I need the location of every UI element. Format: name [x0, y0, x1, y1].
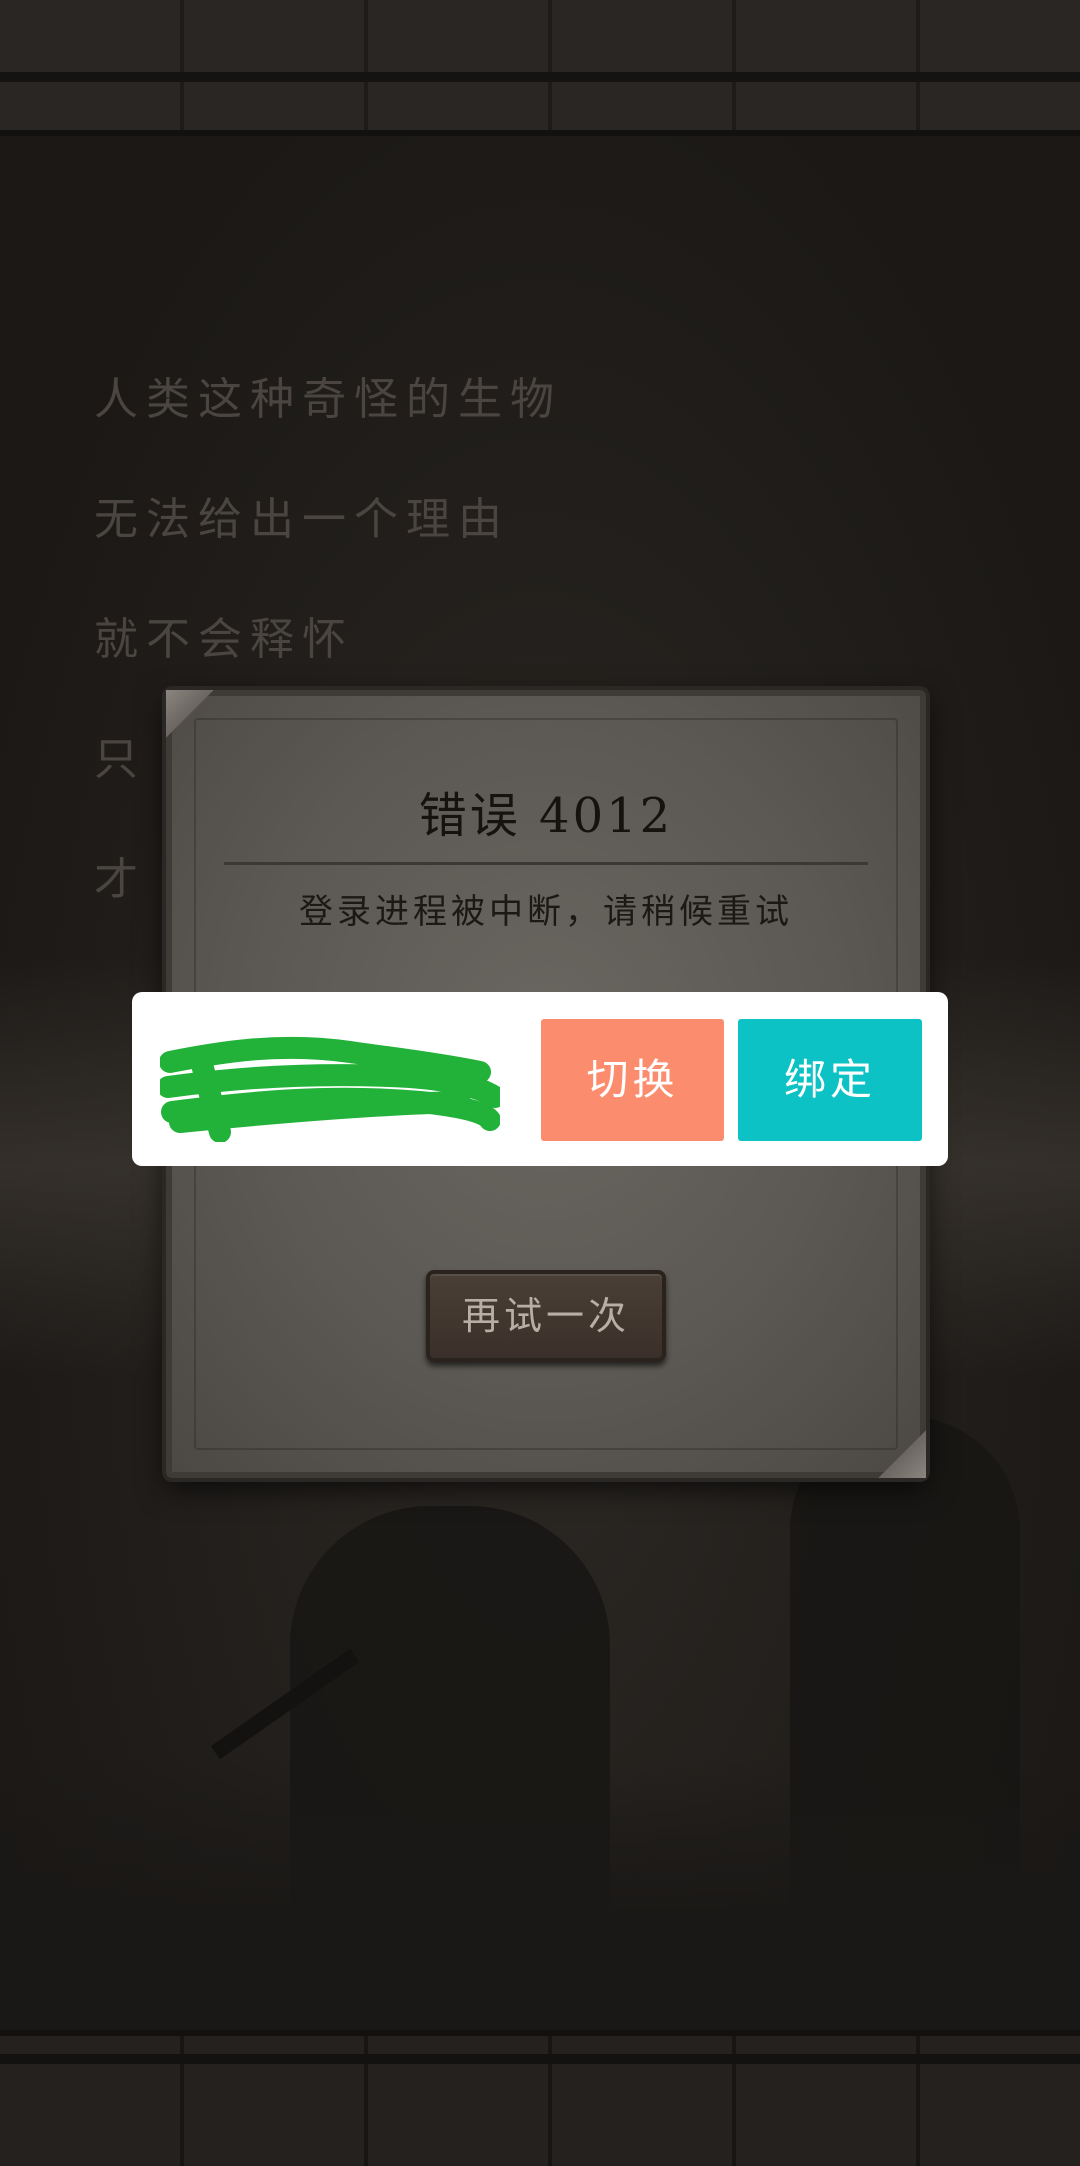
dialog-message: 登录进程被中断，请稍候重试 — [299, 892, 793, 932]
redacted-account-name — [160, 1036, 500, 1142]
story-line: 就不会释怀 — [94, 614, 354, 665]
story-line: 人类这种奇怪的生物 — [94, 374, 562, 425]
retry-button[interactable]: 再试一次 — [426, 1270, 666, 1362]
dialog-divider — [224, 862, 868, 865]
account-bar: 切换 绑定 — [132, 992, 948, 1166]
story-line: 无法给出一个理由 — [94, 494, 510, 545]
paper-corner-curl — [878, 1430, 926, 1478]
scene-ground — [0, 1756, 1080, 2030]
dialog-title: 错误 4012 — [418, 788, 674, 844]
switch-account-button[interactable]: 切换 — [541, 1019, 724, 1141]
bind-account-button[interactable]: 绑定 — [738, 1019, 922, 1141]
top-frame — [0, 0, 1080, 136]
paper-corner-curl — [166, 690, 214, 738]
bottom-frame — [0, 2030, 1080, 2166]
